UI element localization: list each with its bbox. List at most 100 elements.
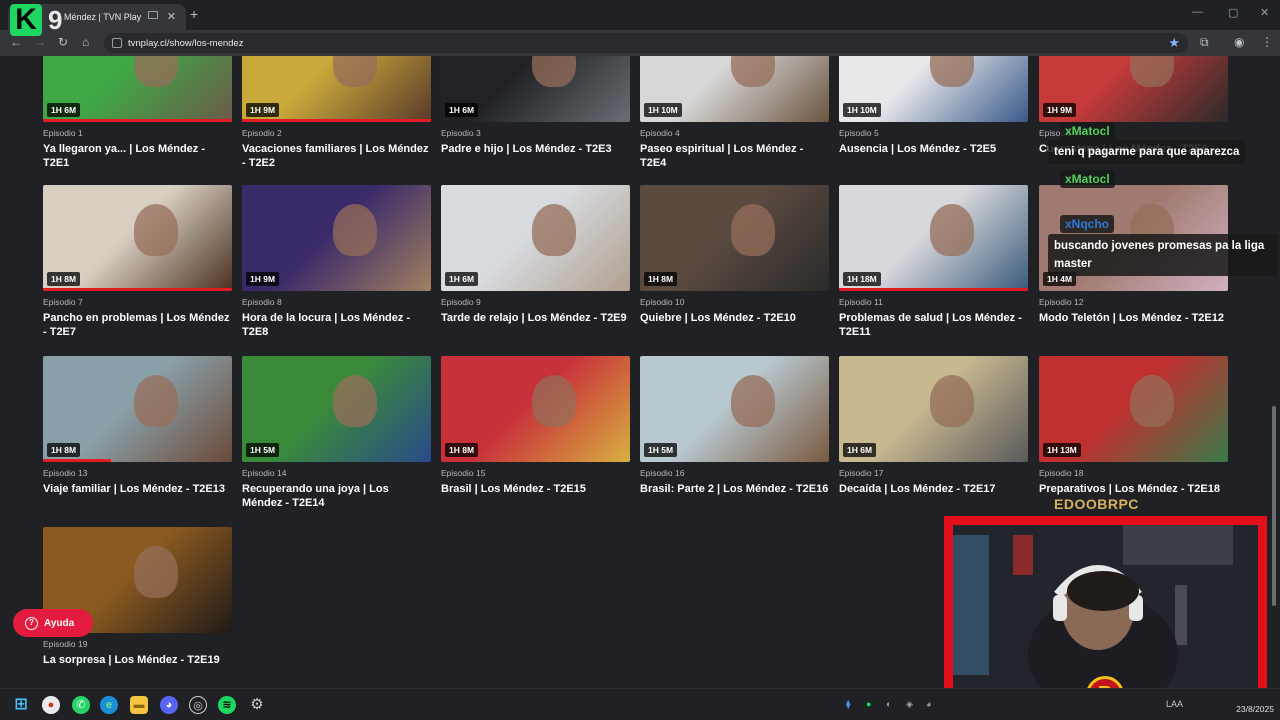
tray-discord-icon[interactable]: ◕: [926, 699, 931, 709]
chat-username: xMatocl: [1060, 122, 1115, 140]
episode-title[interactable]: Problemas de salud | Los Méndez - T2E11: [839, 311, 1028, 339]
episode-title[interactable]: Vacaciones familiares | Los Méndez - T2E…: [242, 142, 431, 170]
windows-taskbar: ⊞ ● ✆ e ▬ ◕ ◎ ≋ ⚙ ⧫ ● ◐ ◈ ◕ LAA 23/8/202…: [0, 688, 1280, 720]
url-text: tvnplay.cl/show/los-mendez: [128, 38, 244, 49]
episode-card[interactable]: 1H 9M Episodio 2 Vacaciones familiares | L…: [242, 56, 431, 169]
home-icon[interactable]: ⌂: [82, 35, 89, 49]
episode-card[interactable]: 1H 8M Episodio 15 Brasil | Los Méndez - T2…: [441, 356, 630, 506]
thumbnail-figure: [929, 204, 974, 257]
episode-thumbnail[interactable]: 1H 5M: [242, 356, 431, 462]
episode-title[interactable]: Decaída | Los Méndez - T2E17: [839, 482, 1028, 496]
episode-thumbnail[interactable]: 1H 9M: [1039, 56, 1228, 122]
episode-card[interactable]: 1H 6M Episodio 9 Tarde de relajo | Los Mén…: [441, 185, 630, 335]
episode-thumbnail[interactable]: 1H 8M: [43, 185, 232, 291]
tray-icon[interactable]: ◈: [906, 699, 913, 710]
help-button-label: Ayuda: [44, 617, 75, 629]
watch-progress-bar: [43, 459, 112, 462]
windows-start-icon[interactable]: ⊞: [12, 696, 30, 714]
tray-spotify-icon[interactable]: ●: [866, 699, 871, 709]
language-indicator[interactable]: LAA: [1166, 699, 1183, 709]
episode-title[interactable]: Hora de la locura | Los Méndez - T2E8: [242, 311, 431, 339]
episode-title[interactable]: La sorpresa | Los Méndez - T2E19: [43, 653, 232, 667]
episode-card[interactable]: Episodio 19 La sorpresa | Los Méndez - T2…: [43, 527, 232, 677]
episode-title[interactable]: Brasil | Los Méndez - T2E15: [441, 482, 630, 496]
episode-number: Episodio 17: [839, 468, 884, 478]
episode-card[interactable]: 1H 18M Episodio 11 Problemas de salud | Lo…: [839, 185, 1028, 338]
episode-title[interactable]: Padre e hijo | Los Méndez - T2E3: [441, 142, 630, 156]
whatsapp-icon[interactable]: ✆: [72, 696, 90, 714]
episode-thumbnail[interactable]: 1H 9M: [242, 56, 431, 122]
episode-title[interactable]: Ya llegaron ya... | Los Méndez - T2E1: [43, 142, 232, 170]
discord-icon[interactable]: ◕: [160, 696, 178, 714]
thumbnail-figure: [133, 56, 178, 88]
duration-badge: 1H 18M: [843, 272, 881, 286]
episode-thumbnail[interactable]: 1H 8M: [441, 356, 630, 462]
tray-icon[interactable]: ◐: [886, 699, 891, 709]
episode-card[interactable]: 1H 6M Episodio 17 Decaída | Los Méndez - T…: [839, 356, 1028, 506]
episode-card[interactable]: 1H 6M Episodio 1 Ya llegaron ya... | Los M…: [43, 56, 232, 169]
episode-thumbnail[interactable]: 1H 9M: [242, 185, 431, 291]
episode-thumbnail[interactable]: 1H 6M: [441, 185, 630, 291]
episode-number: Episodio 7: [43, 297, 83, 307]
episode-card[interactable]: 1H 10M Episodio 5 Ausencia | Los Méndez - …: [839, 56, 1028, 166]
webcam-feed: [944, 516, 1267, 700]
tab-media-icon[interactable]: [148, 11, 158, 19]
tray-icon[interactable]: ⧫: [846, 699, 850, 710]
obs-icon[interactable]: ◎: [189, 696, 207, 714]
episode-card[interactable]: 1H 5M Episodio 14 Recuperando una joya | L…: [242, 356, 431, 509]
episode-title[interactable]: Preparativos | Los Méndez - T2E18: [1039, 482, 1228, 496]
menu-kebab-icon[interactable]: ⋮: [1261, 35, 1273, 49]
episode-thumbnail[interactable]: 1H 10M: [839, 56, 1028, 122]
episode-thumbnail[interactable]: 1H 8M: [43, 356, 232, 462]
chrome-icon[interactable]: ●: [42, 696, 60, 714]
episode-title[interactable]: Modo Teletón | Los Méndez - T2E12: [1039, 311, 1228, 325]
episode-title[interactable]: Viaje familiar | Los Méndez - T2E13: [43, 482, 232, 496]
episode-card[interactable]: 1H 8M Episodio 7 Pancho en problemas | Los…: [43, 185, 232, 338]
logo-letter: K: [10, 4, 42, 36]
episode-card[interactable]: 1H 8M Episodio 13 Viaje familiar | Los Mén…: [43, 356, 232, 506]
spotify-icon[interactable]: ≋: [218, 696, 236, 714]
thumbnail-figure: [531, 204, 576, 257]
episode-card[interactable]: 1H 5M Episodio 16 Brasil: Parte 2 | Los Mé…: [640, 356, 829, 506]
episode-thumbnail[interactable]: 1H 6M: [43, 56, 232, 122]
episode-card[interactable]: 1H 10M Episodio 4 Paseo espiritual | Los M…: [640, 56, 829, 169]
new-tab-icon[interactable]: +: [190, 6, 198, 22]
profile-icon[interactable]: ◉: [1234, 35, 1244, 49]
edge-icon[interactable]: e: [100, 696, 118, 714]
address-bar[interactable]: tvnplay.cl/show/los-mendez ★: [104, 33, 1188, 53]
window-close-icon[interactable]: ✕: [1260, 6, 1269, 19]
episode-thumbnail[interactable]: 1H 6M: [441, 56, 630, 122]
minimize-icon[interactable]: —: [1192, 6, 1203, 18]
episode-thumbnail[interactable]: 1H 13M: [1039, 356, 1228, 462]
episode-title[interactable]: Pancho en problemas | Los Méndez - T2E7: [43, 311, 232, 339]
episode-thumbnail[interactable]: 1H 8M: [640, 185, 829, 291]
episode-title[interactable]: Quiebre | Los Méndez - T2E10: [640, 311, 829, 325]
extensions-icon[interactable]: ⧉: [1200, 35, 1209, 50]
episode-title[interactable]: Ausencia | Los Méndez - T2E5: [839, 142, 1028, 156]
file-explorer-icon[interactable]: ▬: [130, 696, 148, 714]
episode-thumbnail[interactable]: 1H 6M: [839, 356, 1028, 462]
episode-card[interactable]: 1H 8M Episodio 10 Quiebre | Los Méndez - T…: [640, 185, 829, 335]
episode-thumbnail[interactable]: 1H 18M: [839, 185, 1028, 291]
watch-progress-bar: [43, 119, 232, 122]
restore-icon[interactable]: ▢: [1228, 6, 1238, 19]
duration-badge: 1H 8M: [445, 443, 479, 457]
help-button[interactable]: ? Ayuda: [13, 609, 93, 637]
date-text[interactable]: 23/8/2025: [1236, 704, 1274, 714]
episode-card[interactable]: 1H 6M Episodio 3 Padre e hijo | Los Méndez…: [441, 56, 630, 166]
episode-thumbnail[interactable]: 1H 10M: [640, 56, 829, 122]
duration-badge: 1H 9M: [1043, 103, 1077, 117]
close-icon[interactable]: ✕: [167, 10, 176, 23]
site-info-icon[interactable]: [112, 38, 122, 48]
episode-title[interactable]: Paseo espiritual | Los Méndez - T2E4: [640, 142, 829, 170]
episode-card[interactable]: 1H 9M Episodio 8 Hora de la locura | Los M…: [242, 185, 431, 338]
bookmark-star-icon[interactable]: ★: [1168, 35, 1180, 51]
episode-title[interactable]: Brasil: Parte 2 | Los Méndez - T2E16: [640, 482, 829, 496]
episode-title[interactable]: Tarde de relajo | Los Méndez - T2E9: [441, 311, 630, 325]
episode-card[interactable]: 1H 13M Episodio 18 Preparativos | Los Ménd…: [1039, 356, 1228, 506]
episode-thumbnail[interactable]: 1H 5M: [640, 356, 829, 462]
episode-title[interactable]: Recuperando una joya | Los Méndez - T2E1…: [242, 482, 431, 510]
settings-gear-icon[interactable]: ⚙: [248, 696, 266, 714]
duration-badge: 1H 6M: [445, 272, 479, 286]
page-scrollbar[interactable]: [1272, 406, 1276, 606]
